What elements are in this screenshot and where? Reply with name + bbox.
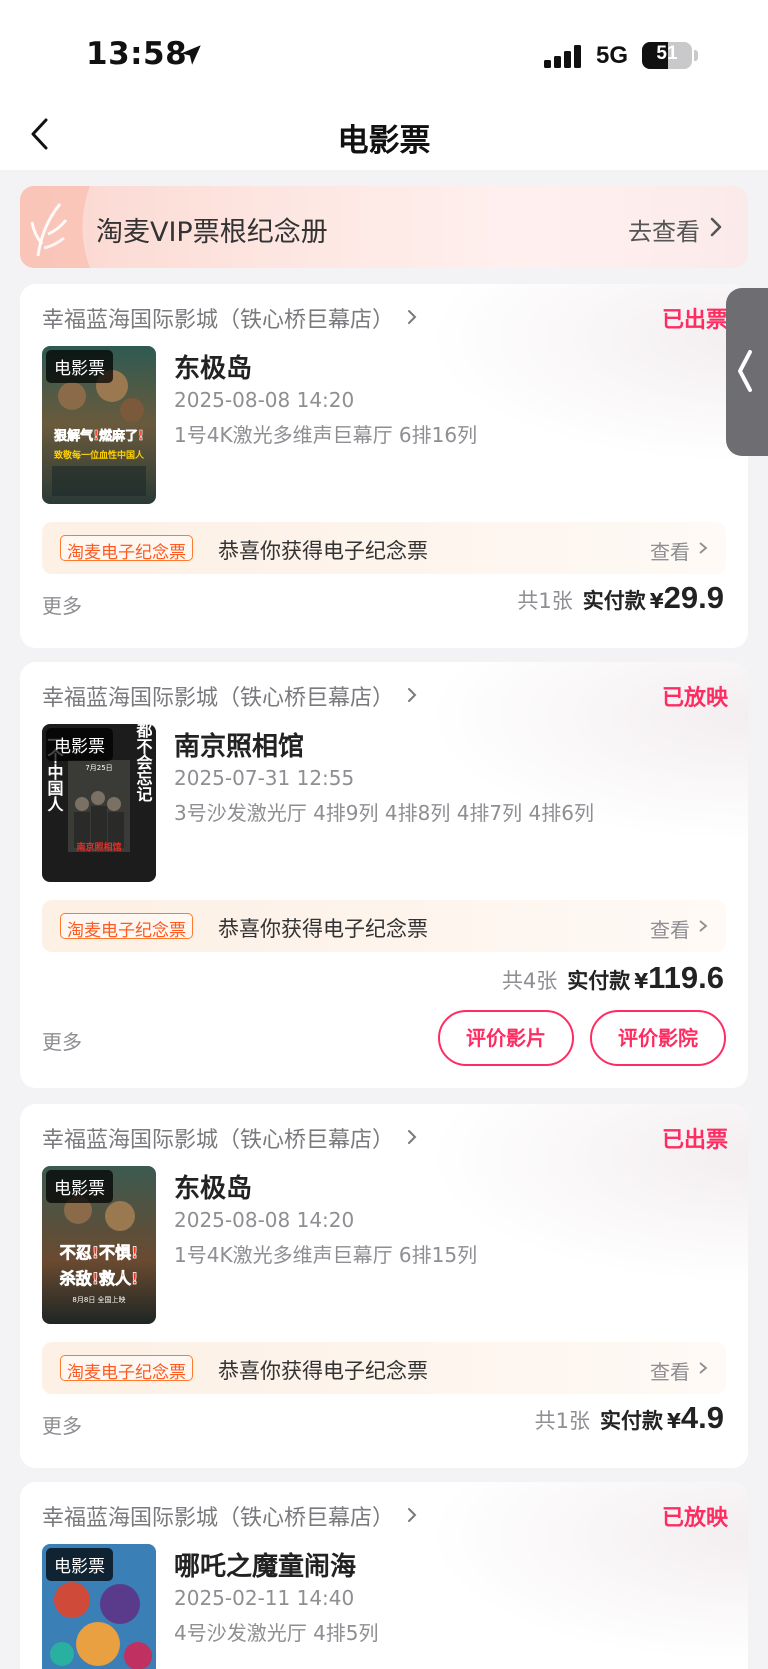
souvenir-view-link[interactable]: 查看	[650, 914, 690, 943]
currency-symbol: ¥	[634, 969, 649, 993]
currency-symbol: ¥	[649, 589, 664, 613]
more-button[interactable]: 更多	[42, 1410, 82, 1439]
battery-icon: 51	[642, 42, 692, 69]
showtime: 2025-08-08 14:20	[174, 1208, 355, 1232]
order-status: 已放映	[661, 686, 728, 711]
movie-poster[interactable]: 7月25日 南京照相馆 都不会忘记 一个中国人 电影票	[42, 724, 156, 882]
souvenir-ticket-bar[interactable]: 淘麦电子纪念票 恭喜你获得电子纪念票 查看	[42, 522, 726, 574]
poster-tagline: 狠解气!燃麻了!	[54, 428, 144, 444]
signal-strength-icon	[544, 44, 584, 68]
ticket-count: 共1张	[534, 1409, 590, 1433]
more-button[interactable]: 更多	[42, 590, 82, 619]
souvenir-view-link[interactable]: 查看	[650, 536, 690, 565]
chevron-right-icon	[408, 310, 417, 324]
paid-amount: 119.6	[648, 960, 724, 995]
chevron-right-icon	[699, 542, 708, 554]
movie-poster[interactable]: 狠解气!燃麻了! 致敬每一位血性中国人 电影票	[42, 346, 156, 504]
order-status: 已放映	[661, 1506, 728, 1531]
chevron-right-icon	[408, 1508, 417, 1522]
paid-label: 实付款	[582, 589, 646, 613]
paid-amount: 4.9	[680, 1400, 724, 1435]
order-status: 已出票	[661, 1128, 728, 1153]
cinema-name[interactable]: 幸福蓝海国际影城（铁心桥巨幕店）	[42, 1500, 394, 1532]
poster-tagline: 不忍!不惧!	[60, 1243, 139, 1262]
hall-seats: 1号4K激光多维声巨幕厅 6排16列	[174, 423, 478, 447]
souvenir-ticket-bar[interactable]: 淘麦电子纪念票 恭喜你获得电子纪念票 查看	[42, 1342, 726, 1394]
order-card[interactable]: 幸福蓝海国际影城（铁心桥巨幕店） 已放映 7月25日 南京照相馆 都不会忘记 一…	[20, 662, 748, 1088]
rate-movie-button[interactable]: 评价影片	[438, 1010, 574, 1066]
page-title: 电影票	[337, 123, 431, 159]
ticket-count: 共4张	[501, 969, 558, 993]
order-card[interactable]: 幸福蓝海国际影城（铁心桥巨幕店） 已放映 电影票 哪吒之魔童闹海 2025-02…	[20, 1482, 748, 1669]
movie-title: 东极岛	[174, 1174, 253, 1204]
poster-title: 南京照相馆	[76, 841, 121, 853]
order-card[interactable]: 幸福蓝海国际影城（铁心桥巨幕店） 已出票 不忍!不惧! 杀敌!救人! 8月8日 …	[20, 1104, 748, 1468]
cinema-name[interactable]: 幸福蓝海国际影城（铁心桥巨幕店）	[42, 302, 394, 334]
floating-side-tab[interactable]	[726, 288, 768, 456]
poster-tag: 电影票	[46, 1548, 113, 1581]
paid-label: 实付款	[599, 1409, 663, 1433]
hall-seats: 4号沙发激光厅 4排5列	[174, 1621, 379, 1645]
chevron-right-icon	[408, 688, 417, 702]
battery-level: 51	[656, 43, 678, 64]
rate-cinema-button[interactable]: 评价影院	[590, 1010, 726, 1066]
souvenir-text: 恭喜你获得电子纪念票	[218, 539, 428, 563]
movie-title: 南京照相馆	[174, 732, 305, 762]
poster-tag: 电影票	[46, 350, 113, 383]
poster-subtitle: 杀敌!救人!	[60, 1269, 139, 1288]
souvenir-view-link[interactable]: 查看	[650, 1356, 690, 1385]
order-card[interactable]: 幸福蓝海国际影城（铁心桥巨幕店） 已出票 狠解气!燃麻了! 致敬每一位血性中国人…	[20, 284, 748, 648]
movie-poster[interactable]: 电影票	[42, 1544, 156, 1669]
souvenir-text: 恭喜你获得电子纪念票	[218, 917, 428, 941]
network-type: 5G	[596, 42, 629, 69]
souvenir-badge: 淘麦电子纪念票	[60, 913, 193, 941]
banner-view-link[interactable]: 去查看	[628, 212, 700, 247]
poster-date: 7月25日	[85, 764, 112, 772]
showtime: 2025-07-31 12:55	[174, 766, 355, 790]
order-status: 已出票	[661, 308, 728, 333]
currency-symbol: ¥	[666, 1409, 681, 1433]
paid-amount: 29.9	[663, 580, 724, 615]
vip-banner[interactable]: 淘麦VIP票根纪念册 去查看	[20, 186, 748, 268]
location-arrow-icon	[181, 45, 201, 65]
movie-title: 东极岛	[174, 354, 253, 384]
battery-cap	[694, 50, 698, 61]
souvenir-ticket-bar[interactable]: 淘麦电子纪念票 恭喜你获得电子纪念票 查看	[42, 900, 726, 952]
chevron-right-icon	[699, 1362, 708, 1374]
poster-subtitle: 致敬每一位血性中国人	[54, 449, 145, 461]
banner-title: 淘麦VIP票根纪念册	[96, 217, 328, 248]
hall-seats: 1号4K激光多维声巨幕厅 6排15列	[174, 1243, 478, 1267]
poster-tagline: 都不会忘记	[134, 724, 154, 802]
navigation-bar: 电影票	[0, 100, 768, 170]
chevron-right-icon	[408, 1130, 417, 1144]
order-total: 共4张 实付款 ¥119.6	[502, 960, 724, 996]
showtime: 2025-02-11 14:40	[174, 1586, 355, 1610]
order-total: 共1张 实付款 ¥4.9	[535, 1400, 724, 1436]
cinema-name[interactable]: 幸福蓝海国际影城（铁心桥巨幕店）	[42, 1122, 394, 1154]
poster-tag: 电影票	[46, 1170, 113, 1203]
order-total: 共1张 实付款 ¥29.9	[517, 580, 724, 616]
movie-poster[interactable]: 不忍!不惧! 杀敌!救人! 8月8日 全国上映 电影票	[42, 1166, 156, 1324]
chevron-right-icon	[699, 920, 708, 932]
souvenir-badge: 淘麦电子纪念票	[60, 1355, 193, 1383]
poster-release: 8月8日 全国上映	[72, 1295, 125, 1304]
paid-label: 实付款	[567, 969, 631, 993]
hall-seats: 3号沙发激光厅 4排9列 4排8列 4排7列 4排6列	[174, 801, 594, 825]
souvenir-text: 恭喜你获得电子纪念票	[218, 1359, 428, 1383]
poster-tag: 电影票	[46, 728, 113, 761]
ticket-count: 共1张	[517, 589, 573, 613]
status-bar: 13:58 5G 51	[0, 0, 768, 100]
movie-title: 哪吒之魔童闹海	[174, 1552, 357, 1582]
more-button[interactable]: 更多	[42, 1026, 82, 1055]
chevron-left-icon	[738, 350, 752, 392]
status-time: 13:58	[86, 36, 188, 72]
chevron-right-icon	[710, 217, 722, 237]
souvenir-badge: 淘麦电子纪念票	[60, 535, 193, 563]
cinema-name[interactable]: 幸福蓝海国际影城（铁心桥巨幕店）	[42, 680, 394, 712]
showtime: 2025-08-08 14:20	[174, 388, 355, 412]
